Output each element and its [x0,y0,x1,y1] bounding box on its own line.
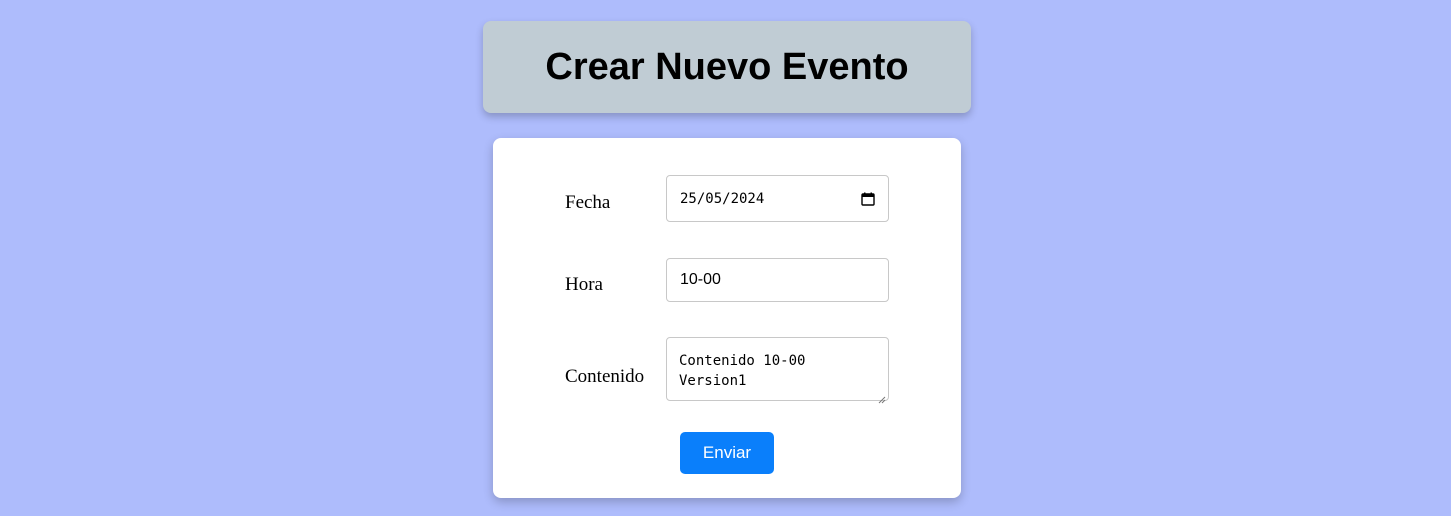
hora-input[interactable]: 10-00 [666,258,889,302]
contenido-textarea[interactable]: Contenido 10-00 Version1 [666,337,889,404]
hora-label: Hora [565,274,603,295]
contenido-line-2: Version1 [679,373,747,389]
resize-grip-icon[interactable] [878,390,886,404]
fecha-input[interactable]: 25/05/2024 [666,175,889,222]
contenido-label: Contenido [565,366,645,387]
calendar-icon[interactable] [861,192,875,206]
page-title: Crear Nuevo Evento [545,45,909,88]
event-form: Fecha 25/05/2024 Hora 10-00 Contenido Co… [493,138,961,498]
page-header: Crear Nuevo Evento [483,21,971,113]
fecha-label: Fecha [565,192,611,213]
hora-value: 10-00 [680,271,721,288]
fecha-value: 25/05/2024 [680,190,765,207]
enviar-button[interactable]: Enviar [680,432,774,474]
contenido-line-1: Contenido 10-00 [679,353,806,369]
